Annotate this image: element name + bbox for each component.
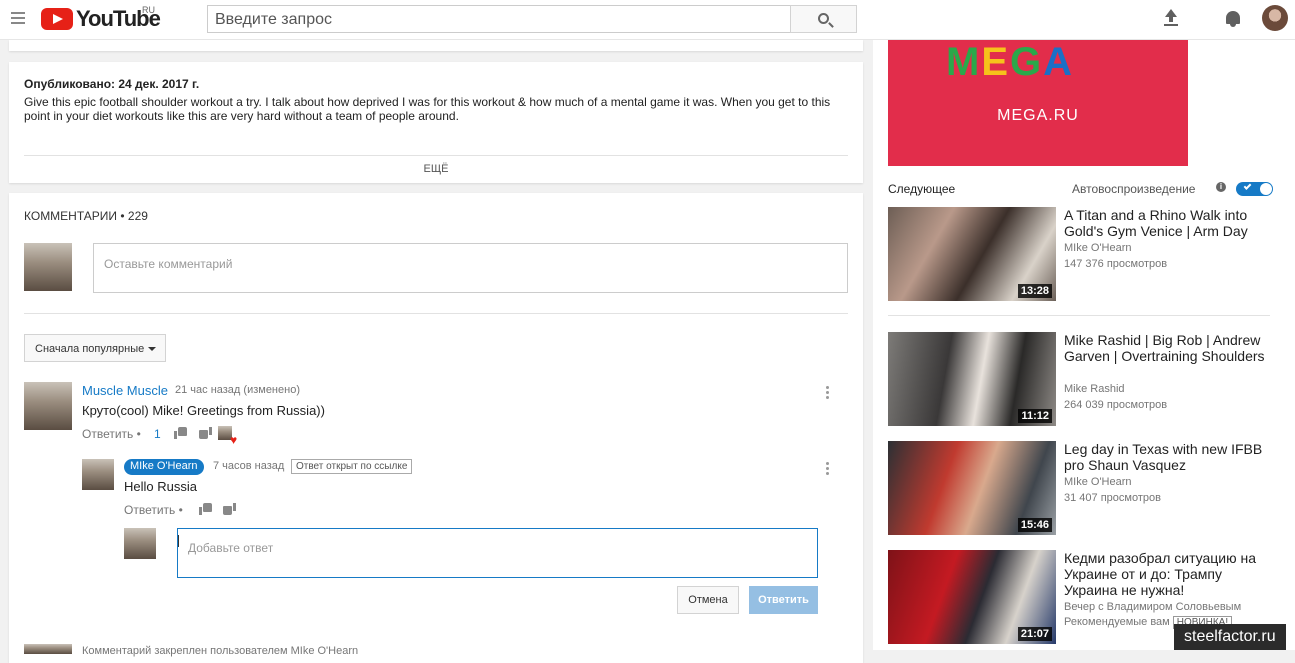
video-views: 147 376 просмотров bbox=[1064, 258, 1168, 270]
heart-icon: ♥ bbox=[230, 433, 238, 447]
like-icon[interactable] bbox=[174, 427, 187, 439]
reply-time[interactable]: 7 часов назад bbox=[213, 460, 284, 472]
region-label: RU bbox=[142, 5, 155, 15]
sidebar: MEGA MEGA.RU Следующее Автовоспроизведен… bbox=[873, 40, 1295, 650]
publish-date: Опубликовано: 24 дек. 2017 г. bbox=[24, 77, 200, 91]
comment-menu-icon[interactable] bbox=[826, 386, 830, 400]
dropdown-arrow-icon bbox=[148, 347, 156, 351]
video-views: 31 407 просмотров bbox=[1064, 492, 1161, 504]
divider bbox=[24, 155, 848, 156]
video-duration: 13:28 bbox=[1017, 284, 1052, 298]
search-icon bbox=[818, 13, 829, 24]
submit-reply-button[interactable]: Ответить bbox=[749, 586, 818, 614]
menu-icon[interactable] bbox=[11, 12, 25, 24]
search-input[interactable]: Введите запрос bbox=[207, 5, 791, 33]
video-title[interactable]: Leg day in Texas with new IFBB pro Shaun… bbox=[1064, 441, 1269, 473]
video-title[interactable]: Кедми разобрал ситуацию на Украине от и … bbox=[1064, 550, 1269, 598]
top-bar: YouTube RU Введите запрос bbox=[0, 0, 1295, 40]
search-button[interactable] bbox=[790, 5, 857, 33]
video-item[interactable]: 11:12 Mike Rashid | Big Rob | Andrew Gar… bbox=[888, 332, 1283, 427]
upload-icon[interactable] bbox=[1163, 9, 1179, 27]
description-panel: Опубликовано: 24 дек. 2017 г. Give this … bbox=[9, 62, 863, 183]
video-duration: 21:07 bbox=[1017, 627, 1052, 641]
comments-header: КОММЕНТАРИИ • 229 bbox=[24, 209, 148, 223]
reply-text: Hello Russia bbox=[124, 479, 197, 494]
reply-button[interactable]: Ответить • bbox=[124, 503, 183, 517]
cancel-button[interactable]: Отмена bbox=[677, 586, 739, 614]
divider bbox=[24, 313, 848, 314]
divider bbox=[888, 315, 1270, 316]
pinned-comment-label: Комментарий закреплен пользователем MIke… bbox=[82, 645, 359, 657]
reply-author-avatar[interactable] bbox=[82, 459, 114, 490]
user-avatar[interactable] bbox=[24, 243, 72, 291]
video-thumbnail[interactable]: 11:12 bbox=[888, 332, 1056, 426]
video-thumbnail[interactable]: 13:28 bbox=[888, 207, 1056, 301]
video-channel[interactable]: MIke O'Hearn bbox=[1064, 242, 1132, 254]
reply-author-badge[interactable]: MIke O'Hearn bbox=[124, 459, 204, 475]
video-views: 264 039 просмотров bbox=[1064, 399, 1168, 411]
video-channel[interactable]: MIke O'Hearn bbox=[1064, 476, 1132, 488]
ad-url: MEGA.RU bbox=[997, 107, 1079, 124]
video-channel[interactable]: Вечер с Владимиром Соловьевым bbox=[1064, 601, 1241, 613]
account-avatar[interactable] bbox=[1262, 5, 1288, 31]
like-icon[interactable] bbox=[199, 503, 212, 515]
notifications-bell-icon[interactable] bbox=[1224, 9, 1242, 28]
description-text: Give this epic football shoulder workout… bbox=[24, 95, 831, 123]
ad-logo: MEGA bbox=[946, 40, 1075, 84]
autoplay-toggle[interactable] bbox=[1236, 182, 1273, 196]
show-more-button[interactable]: ЕЩЁ bbox=[9, 163, 863, 175]
play-logo-icon bbox=[41, 8, 73, 30]
video-item[interactable]: 15:46 Leg day in Texas with new IFBB pro… bbox=[888, 441, 1283, 536]
comment-author[interactable]: Muscle Muscle bbox=[82, 383, 168, 398]
ad-banner[interactable]: MEGA MEGA.RU bbox=[888, 40, 1188, 166]
comments-panel: КОММЕНТАРИИ • 229 Оставьте комментарий С… bbox=[9, 193, 863, 663]
sort-dropdown[interactable]: Сначала популярные bbox=[24, 334, 166, 362]
comment-author-avatar[interactable] bbox=[24, 382, 72, 430]
up-next-label: Следующее bbox=[888, 182, 956, 196]
reply-input[interactable]: Добавьте ответ bbox=[177, 528, 818, 578]
dislike-icon[interactable] bbox=[223, 503, 236, 515]
linked-comment-badge: Ответ открыт по ссылке bbox=[291, 459, 413, 474]
comment-input[interactable]: Оставьте комментарий bbox=[93, 243, 848, 293]
watermark: steelfactor.ru bbox=[1174, 624, 1286, 650]
video-item[interactable]: 13:28 A Titan and a Rhino Walk into Gold… bbox=[888, 207, 1283, 302]
comment-time[interactable]: 21 час назад (изменено) bbox=[175, 384, 300, 396]
info-icon[interactable]: i bbox=[1216, 182, 1226, 192]
video-channel[interactable]: Mike Rashid bbox=[1064, 383, 1125, 395]
video-duration: 11:12 bbox=[1018, 409, 1052, 423]
autoplay-label: Автовоспроизведение bbox=[1072, 182, 1196, 196]
comment-text: Круто(cool) Mike! Greetings from Russia)… bbox=[82, 403, 325, 418]
dislike-icon[interactable] bbox=[199, 427, 212, 439]
video-info-panel bbox=[9, 40, 863, 51]
video-thumbnail[interactable]: 21:07 bbox=[888, 550, 1056, 644]
video-duration: 15:46 bbox=[1017, 518, 1052, 532]
like-count: 1 bbox=[154, 427, 161, 441]
video-thumbnail[interactable]: 15:46 bbox=[888, 441, 1056, 535]
reply-button[interactable]: Ответить • bbox=[82, 427, 141, 441]
video-title[interactable]: A Titan and a Rhino Walk into Gold's Gym… bbox=[1064, 207, 1269, 239]
sort-label: Сначала популярные bbox=[35, 343, 145, 355]
video-title[interactable]: Mike Rashid | Big Rob | Andrew Garven | … bbox=[1064, 332, 1269, 364]
check-icon bbox=[1243, 182, 1252, 190]
user-avatar[interactable] bbox=[124, 528, 156, 559]
comment-author-avatar[interactable] bbox=[24, 644, 72, 654]
reply-menu-icon[interactable] bbox=[826, 462, 830, 476]
